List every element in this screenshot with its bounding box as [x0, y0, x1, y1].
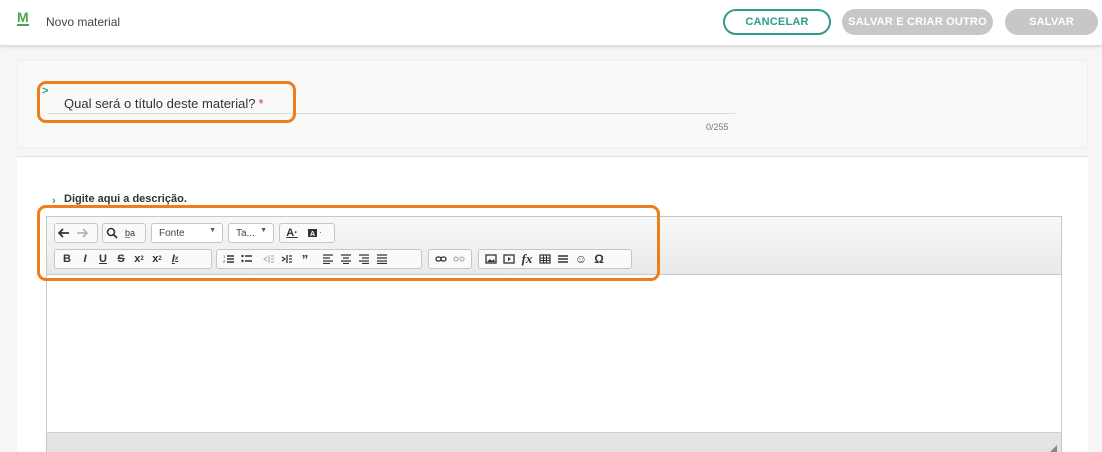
app-logo: M	[17, 9, 29, 26]
highlight-title-field	[37, 81, 296, 123]
resize-handle-icon[interactable]	[1050, 445, 1057, 452]
description-label: Digite aqui a descrição.	[64, 193, 187, 205]
highlight-editor-toolbar	[37, 205, 660, 281]
character-counter: 0/255	[706, 122, 729, 132]
editor-status-bar	[47, 432, 1061, 452]
top-header: M Novo material CANCELAR SALVAR E CRIAR …	[0, 0, 1102, 46]
save-and-create-another-button[interactable]: SALVAR E CRIAR OUTRO	[842, 9, 993, 35]
editor-content-area[interactable]	[47, 275, 1061, 433]
save-button[interactable]: SALVAR	[1005, 9, 1098, 35]
cancel-button[interactable]: CANCELAR	[723, 9, 831, 35]
page-title: Novo material	[46, 15, 121, 29]
